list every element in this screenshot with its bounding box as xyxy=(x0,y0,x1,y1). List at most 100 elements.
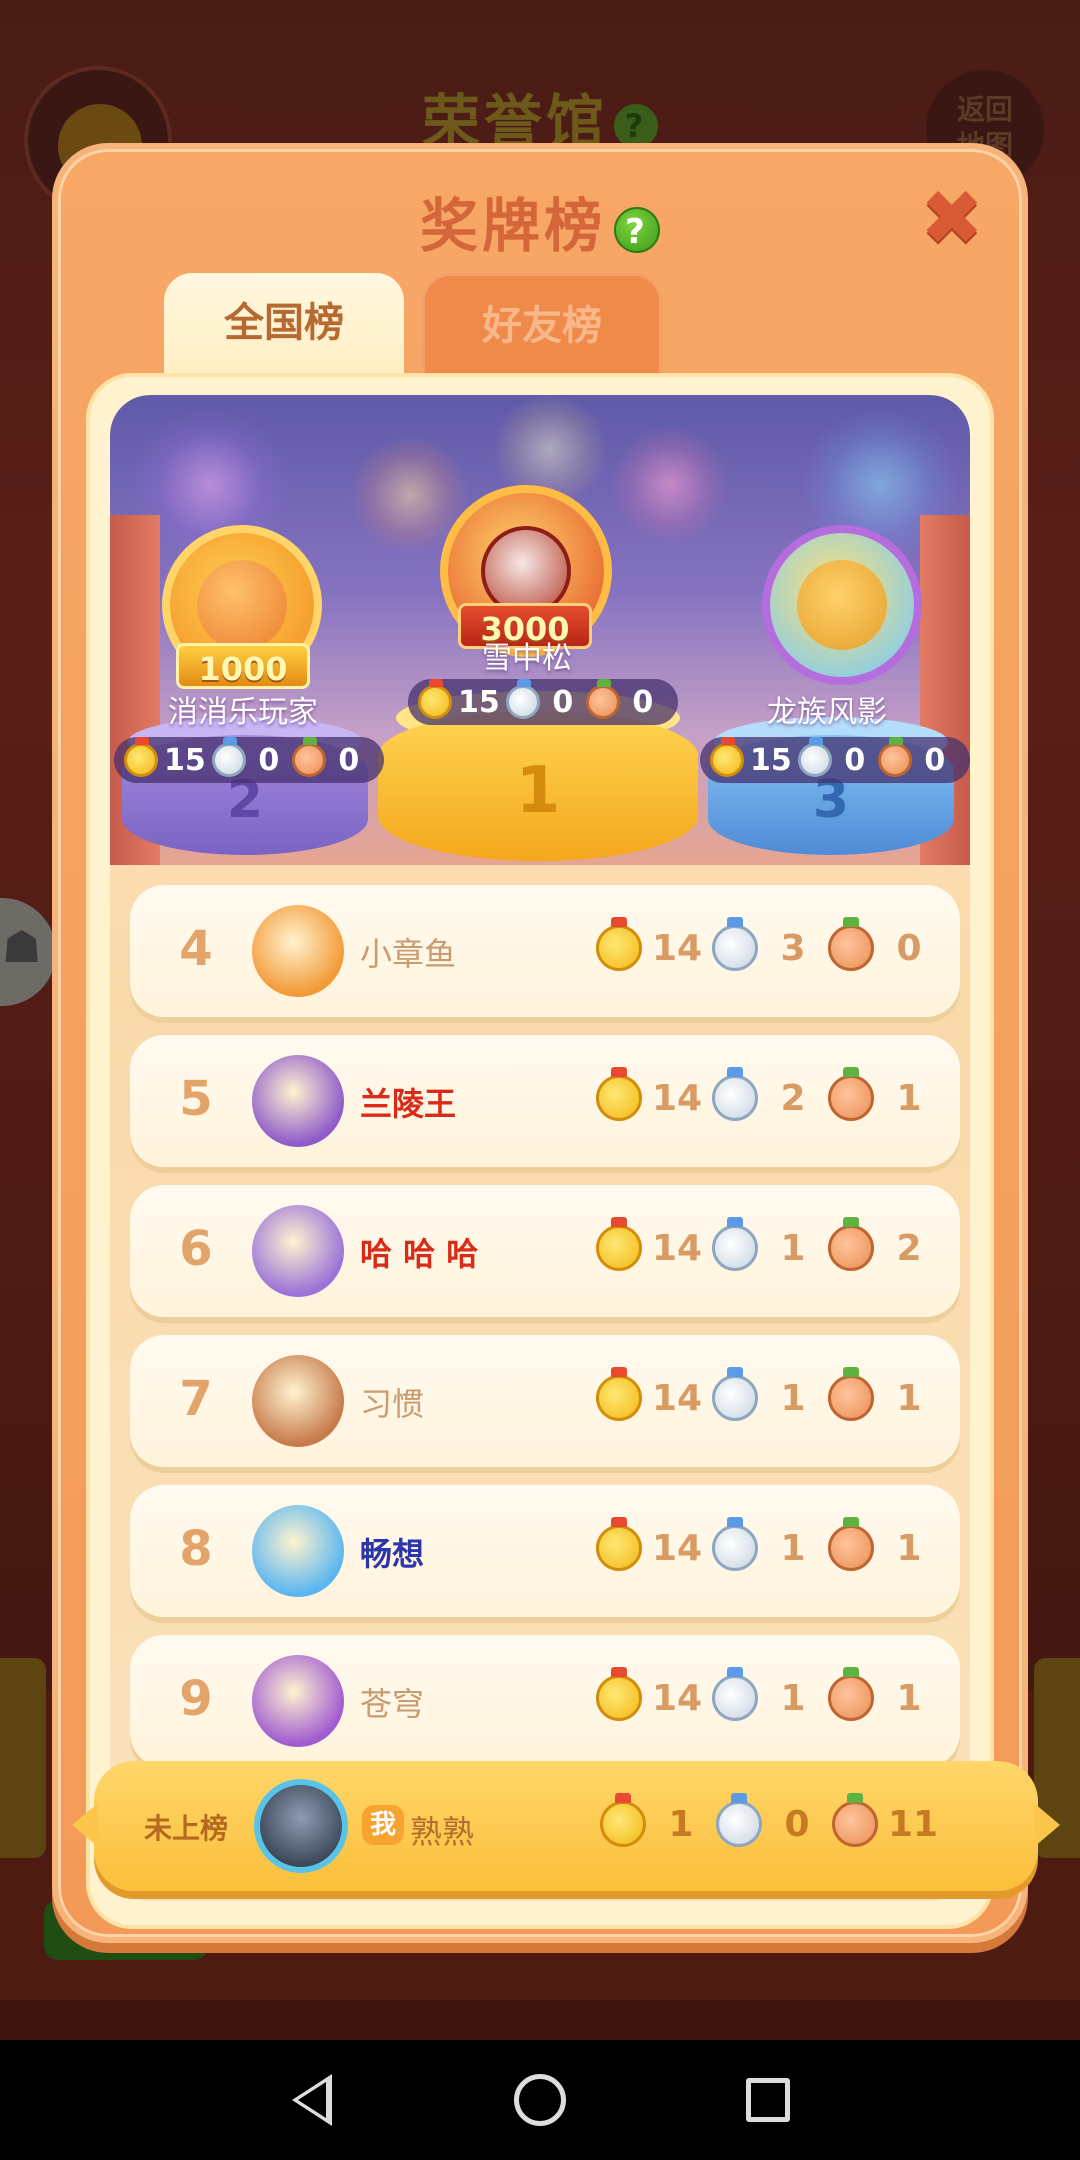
podium-avatar-3[interactable] xyxy=(762,525,922,685)
silver-medal-icon xyxy=(716,1793,762,1847)
silver-medal-icon xyxy=(712,1367,758,1421)
bronze-count: 1 xyxy=(896,1677,922,1719)
silver-count: 1 xyxy=(780,1527,806,1569)
gold-count: 1 xyxy=(668,1803,694,1845)
tab-national[interactable]: 全国榜 xyxy=(164,273,404,375)
gold-count: 14 xyxy=(651,1077,703,1119)
silver-count: 0 xyxy=(258,742,280,778)
gold-medal-icon xyxy=(124,737,158,777)
firework-decoration xyxy=(610,425,730,545)
bronze-count: 1 xyxy=(896,1527,922,1569)
player-medals: 14 1 1 xyxy=(596,1667,936,1721)
silver-medal-icon xyxy=(797,737,832,777)
player-name: 苍穹 xyxy=(360,1685,425,1723)
player-name: 小章鱼 xyxy=(360,935,457,973)
question-icon[interactable]: ? xyxy=(614,206,660,253)
background-help-icon: ? xyxy=(614,103,658,148)
rank-number: 8 xyxy=(179,1521,213,1577)
silver-count: 1 xyxy=(780,1377,806,1419)
silver-medal-icon xyxy=(505,679,540,719)
rank-number: 5 xyxy=(179,1071,213,1127)
my-rank-row[interactable]: 未上榜 我 熟熟 1 0 11 xyxy=(72,1761,1060,1891)
table-row[interactable]: 6 哈 哈 哈 14 1 2 xyxy=(130,1185,960,1317)
podium-medals-3: 15 0 0 xyxy=(700,737,970,783)
podium-name-1: 雪中松 xyxy=(482,641,572,676)
bronze-medal-icon xyxy=(828,1667,874,1721)
gold-count: 14 xyxy=(651,1527,703,1569)
table-row[interactable]: 5 兰陵王 14 2 1 xyxy=(130,1035,960,1167)
player-name: 习惯 xyxy=(360,1385,425,1423)
avatar[interactable] xyxy=(252,1505,344,1597)
player-medals: 14 1 1 xyxy=(596,1367,936,1421)
player-medals: 14 3 0 xyxy=(596,917,936,971)
back-icon xyxy=(292,2074,332,2126)
table-row[interactable]: 9 苍穹 14 1 1 xyxy=(130,1635,960,1767)
gold-medal-icon xyxy=(418,679,452,719)
podium-name-3: 龙族风影 xyxy=(767,695,887,730)
silver-medal-icon xyxy=(712,917,758,971)
bronze-count: 11 xyxy=(887,1803,939,1845)
tab-friends[interactable]: 好友榜 xyxy=(422,273,662,375)
silver-medal-icon xyxy=(211,737,246,777)
silver-medal-icon xyxy=(712,1217,758,1271)
silver-medal-icon xyxy=(712,1667,758,1721)
table-row[interactable]: 4 小章鱼 14 3 0 xyxy=(130,885,960,1017)
bronze-medal-icon xyxy=(828,1517,874,1571)
gold-count: 15 xyxy=(458,684,500,720)
bronze-medal-icon xyxy=(828,1367,874,1421)
avatar xyxy=(797,560,887,650)
close-icon[interactable]: ✖ xyxy=(920,180,984,256)
bronze-count: 0 xyxy=(924,742,946,778)
back-button[interactable] xyxy=(282,2070,342,2130)
side-tool-button[interactable] xyxy=(0,898,56,1006)
avatar[interactable] xyxy=(254,1779,348,1873)
gold-medal-icon xyxy=(596,1067,642,1121)
bronze-medal-icon xyxy=(828,917,874,971)
score-badge-2: 1000 xyxy=(176,643,310,689)
pedestal-1: 1 xyxy=(378,711,698,861)
gold-medal-icon xyxy=(596,1667,642,1721)
gold-count: 14 xyxy=(651,1377,703,1419)
silver-count: 3 xyxy=(780,927,806,969)
avatar[interactable] xyxy=(252,1205,344,1297)
silver-count: 0 xyxy=(844,742,866,778)
gold-count: 14 xyxy=(651,1227,703,1269)
my-name: 熟熟 xyxy=(410,1813,475,1851)
leaderboard-inner[interactable]: 2 1 3 1000 消消乐玩家 15 0 0 3000 雪中松 15 0 0 … xyxy=(110,395,970,1901)
podium-medals-1: 15 0 0 xyxy=(408,679,678,725)
background-decoration-left xyxy=(0,1658,46,1858)
bronze-medal-icon xyxy=(832,1793,878,1847)
gold-count: 15 xyxy=(750,742,792,778)
rank-number: 4 xyxy=(179,921,213,977)
gold-count: 15 xyxy=(164,742,206,778)
gold-medal-icon xyxy=(596,1367,642,1421)
bronze-medal-icon xyxy=(877,737,912,777)
rank-number: 7 xyxy=(179,1371,213,1427)
avatar[interactable] xyxy=(252,1655,344,1747)
avatar[interactable] xyxy=(252,1055,344,1147)
bronze-count: 0 xyxy=(896,927,922,969)
avatar[interactable] xyxy=(252,1355,344,1447)
player-medals: 14 2 1 xyxy=(596,1067,936,1121)
podium-area: 2 1 3 1000 消消乐玩家 15 0 0 3000 雪中松 15 0 0 … xyxy=(110,395,970,865)
gold-medal-icon xyxy=(710,737,744,777)
navigation-bar xyxy=(0,2040,1080,2160)
avatar[interactable] xyxy=(252,905,344,997)
table-row[interactable]: 7 习惯 14 1 1 xyxy=(130,1335,960,1467)
gold-medal-icon xyxy=(596,917,642,971)
player-medals: 14 1 2 xyxy=(596,1217,936,1271)
home-button[interactable] xyxy=(510,2070,570,2130)
dialog-title-text: 奖牌榜 xyxy=(419,192,606,260)
table-row[interactable]: 8 畅想 14 1 1 xyxy=(130,1485,960,1617)
bronze-medal-icon xyxy=(585,679,620,719)
bronze-medal-icon xyxy=(828,1067,874,1121)
avatar xyxy=(197,560,287,650)
gold-count: 14 xyxy=(651,927,703,969)
gold-medal-icon xyxy=(600,1793,646,1847)
player-name: 哈 哈 哈 xyxy=(360,1235,479,1273)
player-name: 兰陵王 xyxy=(360,1085,457,1123)
gold-medal-icon xyxy=(596,1517,642,1571)
recents-button[interactable] xyxy=(738,2070,798,2130)
rank-number: 9 xyxy=(179,1671,213,1727)
silver-count: 0 xyxy=(552,684,574,720)
